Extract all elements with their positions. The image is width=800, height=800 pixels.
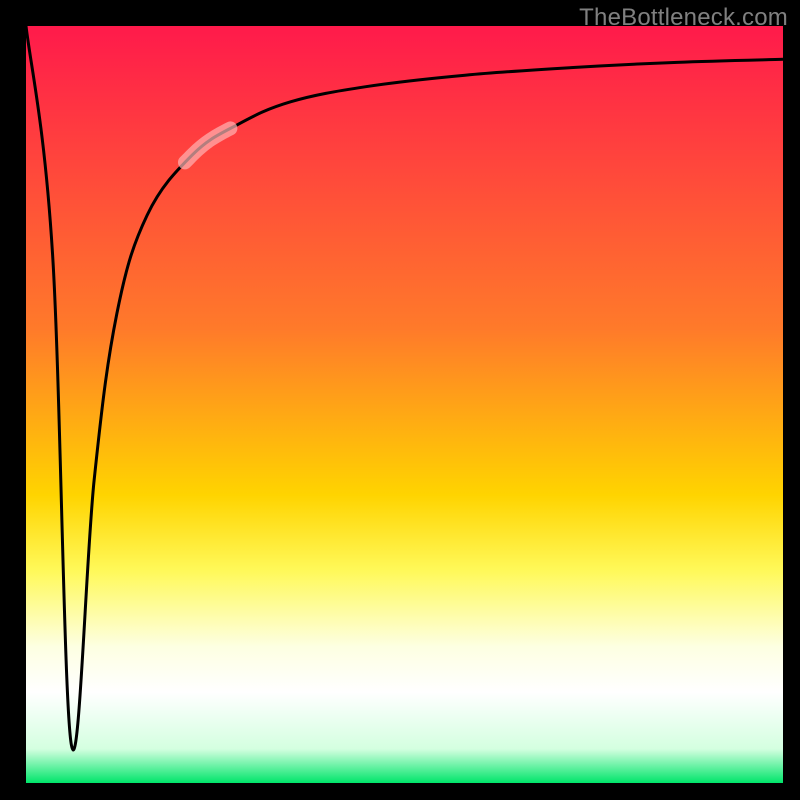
plot-area [26,26,783,783]
chart-container: TheBottleneck.com [0,0,800,800]
chart-svg [26,26,783,783]
chart-background [26,26,783,783]
